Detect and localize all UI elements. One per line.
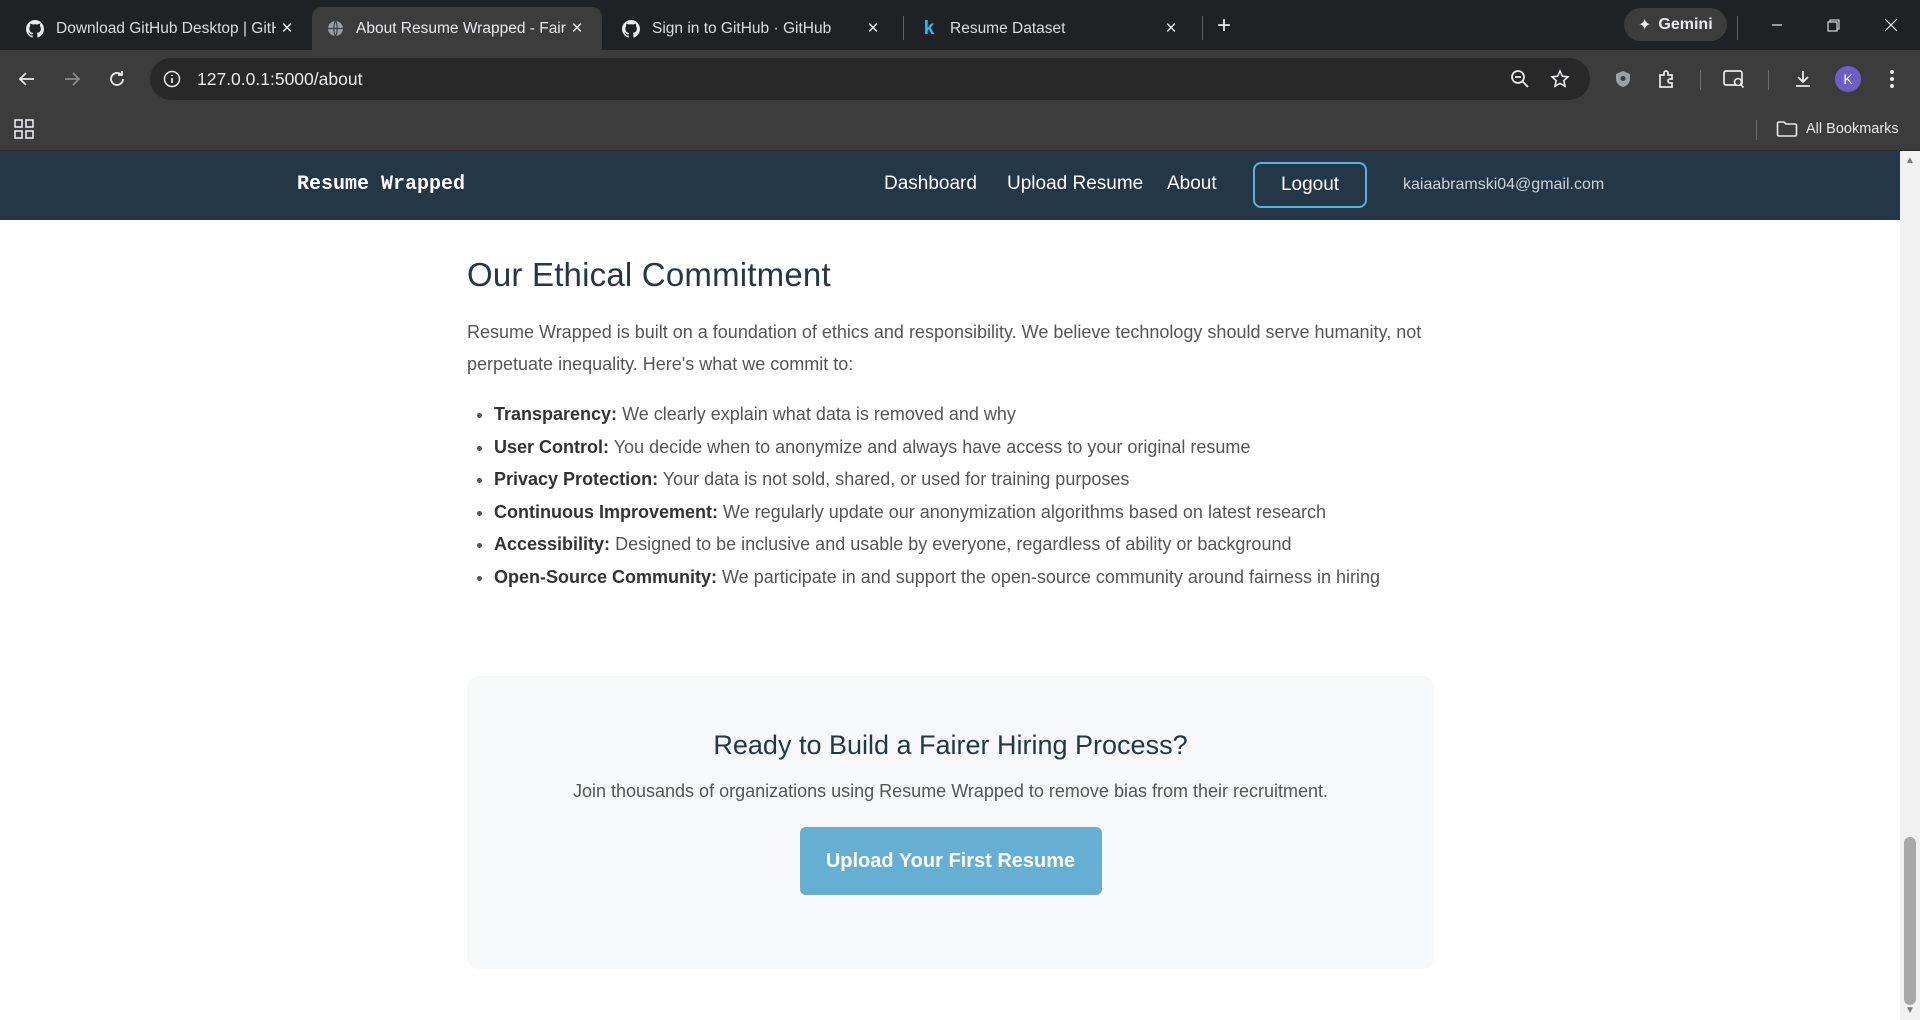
restore-button[interactable] bbox=[1813, 10, 1853, 40]
list-item: Privacy Protection: Your data is not sol… bbox=[494, 463, 1434, 496]
page-scrollbar[interactable]: ▲ ▼ bbox=[1900, 151, 1920, 1020]
forward-button[interactable] bbox=[55, 62, 89, 96]
toolbar-separator bbox=[1700, 70, 1701, 90]
item-text: Designed to be inclusive and usable by e… bbox=[610, 534, 1292, 554]
browser-toolbar: 127.0.0.1:5000/about bbox=[0, 50, 1920, 108]
github-icon bbox=[26, 19, 44, 38]
apps-grid-icon[interactable] bbox=[12, 117, 36, 141]
cta-subtitle: Join thousands of organizations using Re… bbox=[572, 781, 1329, 801]
tab-title: Sign in to GitHub · GitHub bbox=[652, 19, 832, 37]
item-text: We regularly update our anonymization al… bbox=[718, 501, 1327, 522]
logout-button[interactable]: Logout bbox=[1253, 162, 1367, 208]
list-item: Open-Source Community: We participate in… bbox=[494, 561, 1434, 594]
site-brand[interactable]: Resume Wrapped bbox=[297, 173, 465, 196]
url-text[interactable]: 127.0.0.1:5000/about bbox=[197, 69, 362, 90]
close-icon[interactable]: × bbox=[1160, 18, 1182, 40]
toolbar-separator bbox=[1737, 16, 1738, 40]
all-bookmarks-button[interactable]: All Bookmarks bbox=[1776, 117, 1899, 141]
more-vertical-icon bbox=[1890, 70, 1894, 88]
all-bookmarks-label: All Bookmarks bbox=[1806, 121, 1899, 137]
page-viewport: Resume Wrapped Dashboard Upload Resume A… bbox=[0, 151, 1900, 1020]
item-label: Accessibility: bbox=[494, 534, 611, 554]
github-icon bbox=[622, 19, 640, 38]
bookmarks-bar: All Bookmarks bbox=[0, 108, 1920, 151]
item-text: Your data is not sold, shared, or used f… bbox=[658, 469, 1130, 489]
close-icon[interactable]: × bbox=[862, 18, 884, 40]
item-label: Continuous Improvement: bbox=[494, 501, 718, 522]
profile-avatar[interactable]: K bbox=[1835, 66, 1861, 92]
zoom-icon[interactable] bbox=[1504, 63, 1536, 95]
commitment-list: Transparency: We clearly explain what da… bbox=[467, 398, 1434, 593]
scrollbar-thumb[interactable] bbox=[1904, 837, 1916, 1005]
user-email: kaiaabramski04@gmail.com bbox=[1403, 176, 1605, 193]
ethics-heading: Our Ethical Commitment bbox=[467, 256, 831, 293]
tab-search-button[interactable] bbox=[1717, 62, 1751, 96]
forward-arrow-icon bbox=[65, 72, 81, 86]
tab-download-github-desktop[interactable]: Download GitHub Desktop | GitHub × bbox=[12, 7, 312, 50]
restore-icon bbox=[1826, 18, 1840, 32]
list-item: Continuous Improvement: We regularly upd… bbox=[494, 496, 1434, 529]
close-icon[interactable]: × bbox=[566, 18, 588, 40]
tab-title: Resume Dataset bbox=[950, 19, 1066, 37]
sparkle-icon: ✦ bbox=[1638, 16, 1652, 34]
back-arrow-icon bbox=[18, 72, 34, 86]
scroll-down-icon[interactable]: ▼ bbox=[1905, 1006, 1915, 1016]
globe-icon bbox=[326, 20, 344, 38]
downloads-button[interactable] bbox=[1786, 62, 1820, 96]
puzzle-icon bbox=[1659, 70, 1673, 88]
list-item: Transparency: We clearly explain what da… bbox=[494, 398, 1434, 431]
ethics-section: Our Ethical Commitment Resume Wrapped is… bbox=[467, 256, 1434, 593]
nav-link-about[interactable]: About bbox=[1167, 173, 1217, 195]
item-label: Privacy Protection: bbox=[494, 469, 659, 489]
extensions-button[interactable] bbox=[1650, 62, 1684, 96]
tab-about-resume-wrapped[interactable]: About Resume Wrapped - Fair Hiring × bbox=[312, 7, 602, 50]
extension-shield-button[interactable] bbox=[1606, 62, 1640, 96]
browser-tab-strip: Download GitHub Desktop | GitHub × About… bbox=[0, 0, 1920, 50]
gemini-button[interactable]: ✦ Gemini bbox=[1624, 8, 1727, 41]
tab-search-icon bbox=[1723, 70, 1745, 89]
tab-title: About Resume Wrapped - Fair Hiring bbox=[356, 19, 566, 37]
item-text: We participate in and support the open-s… bbox=[717, 566, 1381, 587]
site-navbar: Resume Wrapped Dashboard Upload Resume A… bbox=[0, 151, 1900, 220]
minimize-button[interactable] bbox=[1757, 10, 1797, 40]
ethics-intro: Resume Wrapped is built on a foundation … bbox=[467, 322, 1422, 374]
menu-button[interactable] bbox=[1875, 62, 1909, 96]
item-label: Open-Source Community: bbox=[494, 566, 718, 587]
list-item: Accessibility: Designed to be inclusive … bbox=[494, 528, 1434, 561]
list-item: User Control: You decide when to anonymi… bbox=[494, 431, 1434, 464]
item-label: User Control: bbox=[494, 436, 610, 457]
kaggle-icon: k bbox=[923, 17, 935, 39]
tab-separator bbox=[1202, 16, 1203, 40]
item-label: Transparency: bbox=[494, 404, 618, 424]
bookmarks-separator bbox=[1756, 120, 1757, 140]
reload-button[interactable] bbox=[100, 62, 134, 96]
tab-sign-in-github[interactable]: Sign in to GitHub · GitHub × bbox=[608, 7, 898, 50]
bookmark-star-icon[interactable] bbox=[1544, 63, 1576, 95]
nav-link-upload-resume[interactable]: Upload Resume bbox=[1007, 173, 1143, 195]
cta-title: Ready to Build a Fairer Hiring Process? bbox=[713, 730, 1188, 760]
gemini-label: Gemini bbox=[1658, 15, 1713, 33]
close-window-button[interactable] bbox=[1871, 10, 1911, 40]
item-text: You decide when to anonymize and always … bbox=[609, 436, 1251, 457]
nav-link-dashboard[interactable]: Dashboard bbox=[884, 173, 977, 195]
cta-card: Ready to Build a Fairer Hiring Process? … bbox=[467, 676, 1434, 969]
address-bar[interactable]: 127.0.0.1:5000/about bbox=[150, 58, 1590, 100]
site-info-icon[interactable] bbox=[156, 63, 188, 95]
folder-icon bbox=[1776, 121, 1798, 137]
tab-separator bbox=[903, 16, 904, 40]
minimize-icon bbox=[1772, 24, 1782, 26]
tab-resume-dataset[interactable]: k Resume Dataset × bbox=[906, 7, 1196, 50]
close-icon bbox=[1884, 18, 1898, 32]
toolbar-separator bbox=[1768, 70, 1769, 90]
reload-icon bbox=[110, 71, 124, 86]
new-tab-button[interactable]: + bbox=[1210, 12, 1238, 40]
scroll-up-icon[interactable]: ▲ bbox=[1905, 156, 1915, 166]
back-button[interactable] bbox=[10, 62, 44, 96]
shield-icon bbox=[1616, 71, 1630, 87]
close-icon[interactable]: × bbox=[276, 18, 298, 40]
item-text: We clearly explain what data is removed … bbox=[617, 404, 1016, 424]
upload-first-resume-button[interactable]: Upload Your First Resume bbox=[799, 827, 1102, 895]
tab-title: Download GitHub Desktop | GitHub bbox=[56, 19, 276, 37]
download-icon bbox=[1796, 71, 1810, 87]
